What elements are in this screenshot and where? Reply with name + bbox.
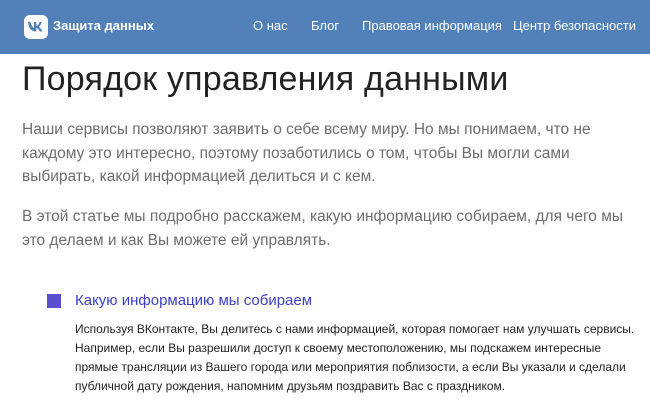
section-body: Используя ВКонтакте, Вы делитесь с нами … [75, 322, 635, 393]
nav-blog[interactable]: Блог [311, 18, 339, 33]
intro-paragraph: Наши сервисы позволяют заявить о себе вс… [22, 121, 591, 185]
vk-logo-glyph [28, 22, 43, 32]
top-header: Защита данных О нас Блог Правовая информ… [0, 0, 650, 54]
page-title: Порядок управления данными [22, 60, 509, 98]
site-title[interactable]: Защита данных [53, 18, 154, 33]
intro-paragraph: В этой статье мы подробно расскажем, как… [22, 208, 624, 249]
nav-legal-info[interactable]: Правовая информация [362, 18, 502, 33]
nav-about[interactable]: О нас [253, 18, 288, 33]
nav-security-center[interactable]: Центр безопасности [513, 18, 636, 33]
vk-logo-icon[interactable] [24, 15, 48, 39]
section-marker-square [47, 294, 61, 308]
section-title[interactable]: Какую информацию мы собираем [75, 292, 312, 309]
